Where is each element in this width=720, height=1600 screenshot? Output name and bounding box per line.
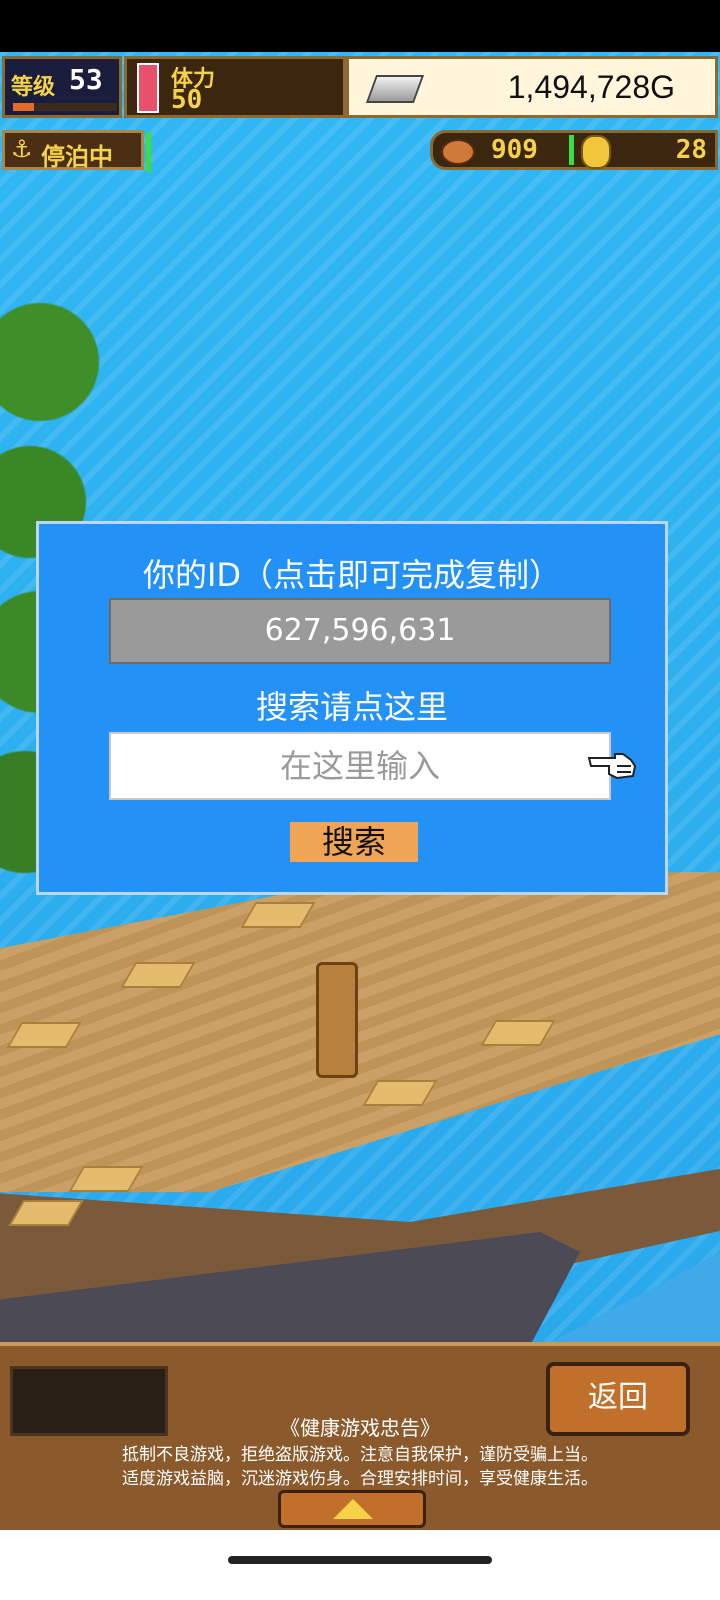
- level-label: 等级: [11, 75, 56, 100]
- dialog-title: 你的ID（点击即可完成复制）: [142, 556, 562, 594]
- level-value: 53: [69, 63, 103, 96]
- gold-panel: 1,494,728G: [346, 56, 718, 118]
- gold-value: 1,494,728G: [507, 69, 675, 105]
- top-hud: 等级 53 体力 50 1,494,728G ⚓ 停泊中 909 28: [0, 52, 720, 172]
- health-advice-line: 抵制不良游戏，拒绝盗版游戏。注意自我保护，谨防受骗上当。: [122, 1445, 598, 1465]
- pointing-hand-icon: [587, 753, 637, 780]
- anchor-status-button[interactable]: ⚓ 停泊中: [2, 130, 144, 171]
- medal-value: 28: [675, 135, 707, 165]
- expand-menu-button[interactable]: [278, 1490, 426, 1528]
- anchor-status-label: 停泊中: [41, 143, 113, 171]
- search-button[interactable]: 搜索: [290, 822, 418, 862]
- status-indicator: [146, 132, 151, 172]
- resource-panel: 909 28: [430, 130, 718, 170]
- level-progress-fill: [13, 103, 34, 111]
- food-value: 909: [491, 135, 538, 165]
- anchor-icon: ⚓: [11, 135, 33, 163]
- stamina-panel: 体力 50: [124, 56, 346, 118]
- health-advice-title: 《健康游戏忠告》: [280, 1416, 440, 1440]
- up-arrow-icon: [333, 1499, 373, 1519]
- search-input[interactable]: [109, 732, 611, 800]
- navigation-bar: [0, 1530, 720, 1600]
- level-progress-bar: [13, 103, 117, 111]
- home-indicator[interactable]: [228, 1556, 492, 1564]
- health-advice-line: 适度游戏益脑，沉迷游戏伤身。合理安排时间，享受健康生活。: [122, 1469, 598, 1489]
- user-id-copy-box[interactable]: 627,596,631: [109, 598, 611, 664]
- food-indicator: [569, 135, 574, 165]
- silver-bar-icon: [365, 75, 425, 103]
- friend-id-dialog: 你的ID（点击即可完成复制） 627,596,631 搜索请点这里 搜索: [36, 521, 668, 895]
- meat-icon: [441, 139, 475, 165]
- stamina-value: 50: [171, 85, 203, 115]
- stamina-gauge-icon: [137, 63, 159, 113]
- ship-deck: [0, 872, 720, 1192]
- level-panel: 等级 53: [2, 56, 122, 118]
- medal-icon: [581, 135, 611, 169]
- bottom-panel: 返回 《健康游戏忠告》 抵制不良游戏，拒绝盗版游戏。注意自我保护，谨防受骗上当。…: [0, 1342, 720, 1534]
- ship-mast: [316, 962, 358, 1078]
- search-label: 搜索请点这里: [255, 688, 448, 726]
- status-bar: [0, 0, 720, 52]
